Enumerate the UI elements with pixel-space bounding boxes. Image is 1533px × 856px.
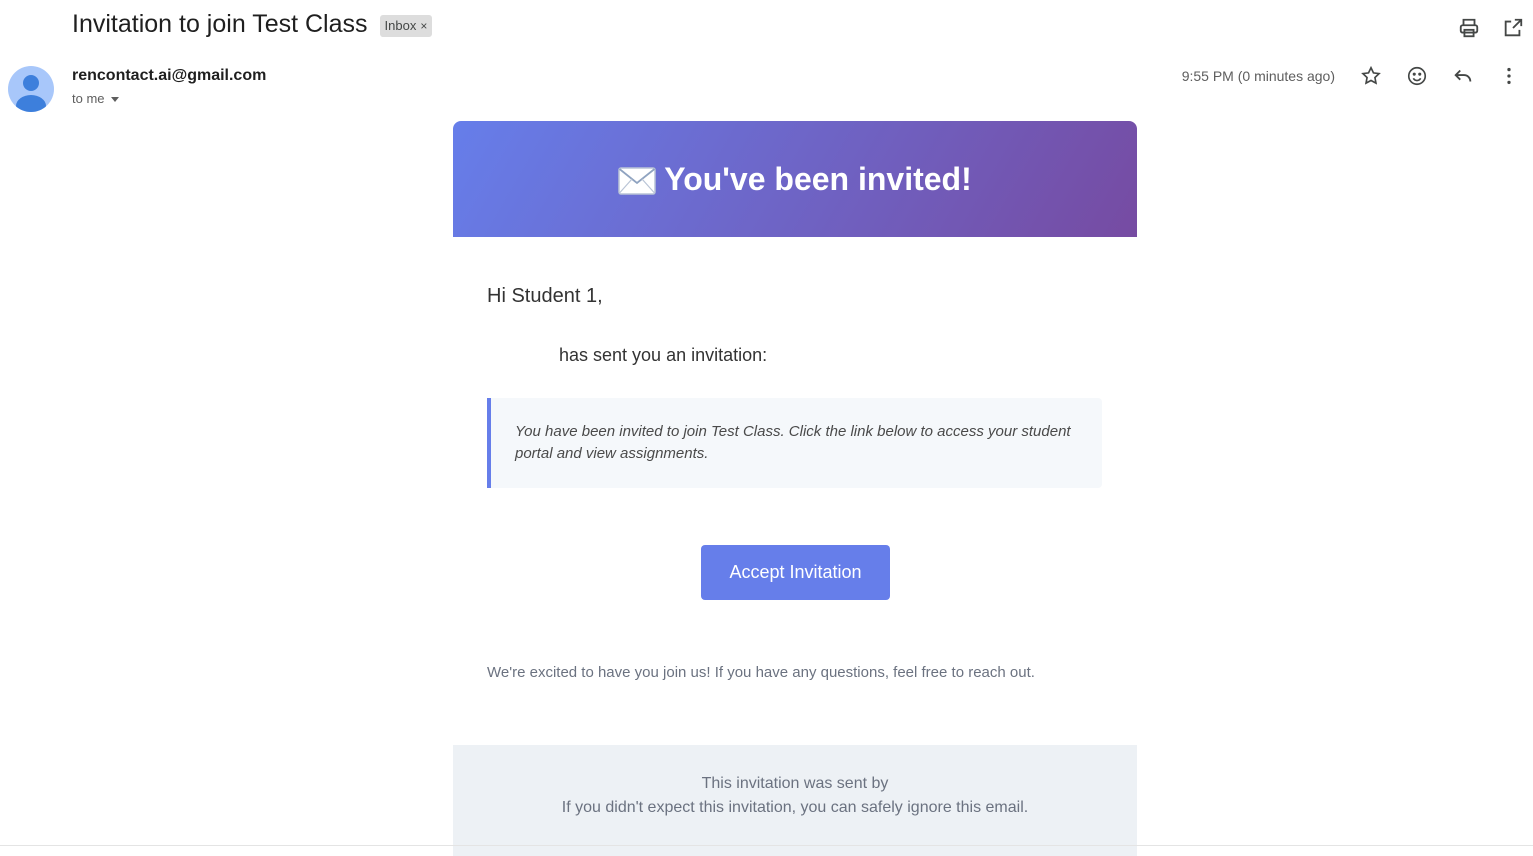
invitation-banner: You've been invited! bbox=[453, 121, 1137, 237]
footer-line-sender: This invitation was sent by bbox=[701, 775, 889, 792]
email-footer: This invitation was sent by If you didn'… bbox=[453, 745, 1137, 856]
invitation-message: You have been invited to join Test Class… bbox=[487, 398, 1102, 488]
print-icon[interactable] bbox=[1457, 16, 1481, 40]
sender-avatar[interactable] bbox=[8, 66, 54, 112]
more-vert-icon[interactable] bbox=[1497, 64, 1521, 88]
banner-title: You've been invited! bbox=[664, 160, 972, 197]
inbox-label-chip[interactable]: Inbox × bbox=[379, 14, 433, 37]
reply-icon[interactable] bbox=[1451, 64, 1475, 88]
timestamp: 9:55 PM (0 minutes ago) bbox=[1181, 68, 1335, 84]
closing-text: We're excited to have you join us! If yo… bbox=[487, 664, 1035, 681]
email-subject: Invitation to join Test Class bbox=[72, 10, 368, 38]
chevron-down-icon[interactable] bbox=[110, 97, 119, 102]
invite-line: has sent you an invitation: bbox=[559, 345, 768, 365]
recipient-details[interactable]: to me bbox=[72, 91, 266, 106]
greeting: Hi Student 1, bbox=[487, 285, 603, 307]
thread-actions bbox=[1457, 16, 1525, 40]
open-in-new-window-icon[interactable] bbox=[1501, 16, 1525, 40]
footer-line-ignore: If you didn't expect this invitation, yo… bbox=[561, 799, 1029, 816]
subject-row: Invitation to join Test Class Inbox × bbox=[72, 10, 433, 39]
divider bbox=[0, 845, 1533, 846]
message-meta: 9:55 PM (0 minutes ago) bbox=[1182, 64, 1521, 88]
envelope-icon bbox=[618, 166, 656, 200]
remove-label-icon[interactable]: × bbox=[420, 19, 427, 33]
star-icon[interactable] bbox=[1359, 64, 1383, 88]
accept-invitation-button[interactable]: Accept Invitation bbox=[701, 545, 890, 600]
email-view: Invitation to join Test Class Inbox × re… bbox=[0, 0, 1533, 856]
emoji-react-icon[interactable] bbox=[1405, 64, 1429, 88]
recipient-text: to me bbox=[72, 91, 105, 106]
sender-block: rencontact.ai@gmail.com to me bbox=[72, 67, 266, 106]
label-text: Inbox bbox=[384, 18, 417, 33]
sender-email[interactable]: rencontact.ai@gmail.com bbox=[72, 67, 266, 85]
email-body-card: You've been invited! Hi Student 1, has s… bbox=[453, 121, 1137, 856]
